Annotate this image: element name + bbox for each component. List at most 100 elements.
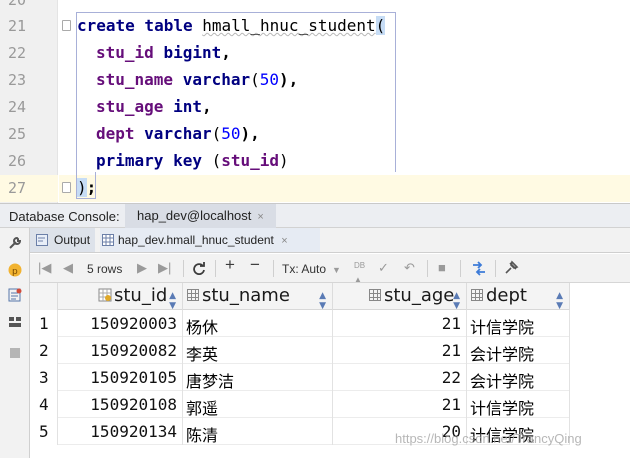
column-icon — [369, 289, 381, 301]
code-column-name: stu_name — [96, 70, 174, 89]
table-row[interactable]: 2 150920082 李英 21 会计学院 — [30, 337, 570, 364]
refresh-icon[interactable] — [192, 261, 206, 275]
code-punct: ), — [240, 124, 260, 143]
transaction-mode-select[interactable]: Tx: Auto — [282, 262, 326, 276]
sort-icon[interactable]: ▲ ▼ — [319, 291, 326, 311]
column-header-label: stu_name — [202, 285, 290, 306]
row-number: 2 — [30, 337, 58, 364]
watermark: https://blog.csdn.net/TrancyQing — [395, 431, 582, 446]
line-number: 27 — [7, 179, 26, 197]
code-punct: ( — [211, 124, 222, 143]
result-subtabs: Output hap_dev.hmall_hnuc_student × — [30, 228, 630, 253]
column-header-stu-id[interactable]: stu_id ▲ ▼ — [58, 283, 183, 311]
cell-stu-id[interactable]: 150920108 — [58, 391, 183, 418]
code-punct: ), — [279, 70, 299, 89]
settings-list-icon[interactable] — [8, 288, 22, 302]
first-page-icon[interactable]: |◀ — [38, 261, 51, 275]
revert-icon[interactable]: ↶ — [404, 261, 415, 275]
compare-icon[interactable] — [471, 261, 487, 276]
code-line-22[interactable]: stu_id bigint, — [96, 43, 231, 62]
toolbar-separator — [273, 260, 274, 277]
line-number: 24 — [7, 98, 26, 116]
last-page-icon[interactable]: ▶| — [158, 261, 171, 275]
fold-marker-icon[interactable] — [62, 182, 71, 193]
column-header-label: dept — [486, 285, 527, 306]
cell-dept[interactable]: 计信学院 — [467, 391, 570, 418]
code-line-26[interactable]: primary key (stu_id) — [96, 151, 289, 170]
code-punct: ( — [250, 70, 260, 89]
row-count-label[interactable]: 5 rows — [87, 262, 122, 276]
column-header-dept[interactable]: dept ▲ ▼ — [467, 283, 570, 311]
add-row-icon[interactable]: + — [225, 256, 235, 273]
table-icon — [102, 234, 114, 246]
prev-page-icon[interactable]: ◀ — [63, 261, 73, 275]
layout-icon[interactable] — [8, 315, 22, 329]
row-number-header — [30, 283, 58, 310]
column-header-stu-age[interactable]: stu_age ▲ ▼ — [333, 283, 467, 311]
tab-output-label: Output — [54, 233, 91, 247]
cell-stu-id[interactable]: 150920105 — [58, 364, 183, 391]
toolbar-separator — [460, 260, 461, 277]
code-type: int — [173, 97, 202, 116]
toolbar-separator — [183, 260, 184, 277]
next-page-icon[interactable]: ▶ — [137, 261, 147, 275]
delete-row-icon[interactable]: − — [250, 256, 260, 273]
commit-icon[interactable]: ✓ — [378, 261, 389, 275]
pin-icon[interactable] — [504, 260, 519, 275]
code-line-25[interactable]: dept varchar(50), — [96, 124, 260, 143]
cell-stu-name[interactable]: 杨休 — [183, 310, 333, 337]
tab-result-table[interactable]: hap_dev.hmall_hnuc_student × — [100, 228, 320, 252]
fold-marker-icon[interactable] — [62, 20, 71, 31]
sort-icon[interactable]: ▲ ▼ — [453, 291, 460, 311]
code-keyword: create table — [77, 16, 203, 35]
cell-dept[interactable]: 会计学院 — [467, 364, 570, 391]
table-row[interactable]: 3 150920105 唐梦洁 22 会计学院 — [30, 364, 570, 391]
chevron-down-icon[interactable]: ▼ — [332, 263, 341, 277]
cell-dept[interactable]: 会计学院 — [467, 337, 570, 364]
close-icon[interactable]: × — [257, 211, 263, 223]
table-row[interactable]: 1 150920003 杨休 21 计信学院 — [30, 310, 570, 337]
cell-stu-age[interactable]: 21 — [333, 391, 467, 418]
cell-stu-age[interactable]: 21 — [333, 310, 467, 337]
code-line-24[interactable]: stu_age int, — [96, 97, 212, 116]
cell-stu-id[interactable]: 150920082 — [58, 337, 183, 364]
stop-icon[interactable] — [8, 346, 22, 360]
column-header-stu-name[interactable]: stu_name ▲ ▼ — [183, 283, 333, 311]
cell-stu-age[interactable]: 22 — [333, 364, 467, 391]
code-type: varchar — [182, 70, 251, 89]
cell-stu-name[interactable]: 唐梦洁 — [183, 364, 333, 391]
parameters-icon[interactable]: p — [8, 263, 22, 277]
code-number: 50 — [221, 124, 241, 143]
sort-icon[interactable]: ▲ ▼ — [169, 291, 176, 311]
code-line-27[interactable]: ); — [77, 178, 96, 197]
console-tab[interactable]: hap_dev@localhost × — [125, 204, 276, 228]
line-number: 20 — [7, 0, 26, 9]
code-paren: ( — [375, 16, 386, 35]
cell-stu-age[interactable]: 21 — [333, 337, 467, 364]
code-line-21[interactable]: create table hmall_hnuc_student( — [77, 16, 386, 35]
current-line-highlight — [59, 175, 630, 202]
wrench-icon[interactable] — [8, 236, 22, 250]
tab-output[interactable]: Output — [30, 228, 95, 252]
primary-key-icon — [98, 288, 112, 302]
cell-dept[interactable]: 计信学院 — [467, 310, 570, 337]
cell-stu-name[interactable]: 郭遥 — [183, 391, 333, 418]
code-table-name: hmall_hnuc_student — [202, 16, 376, 35]
code-column-name: stu_id — [96, 43, 154, 62]
code-number: 50 — [259, 70, 280, 89]
cell-stu-id[interactable]: 150920134 — [58, 418, 183, 445]
statement-outline — [76, 12, 396, 172]
table-row[interactable]: 4 150920108 郭遥 21 计信学院 — [30, 391, 570, 418]
code-line-23[interactable]: stu_name varchar(50), — [96, 70, 298, 89]
cell-stu-id[interactable]: 150920003 — [58, 310, 183, 337]
svg-text:p: p — [12, 267, 18, 277]
close-icon[interactable]: × — [281, 235, 287, 247]
cell-stu-name[interactable]: 陈清 — [183, 418, 333, 445]
code-editor[interactable]: 20 21 22 23 24 25 26 27 create table hma… — [0, 0, 630, 203]
stop-icon[interactable]: ■ — [438, 261, 446, 275]
left-tool-strip: p — [0, 228, 30, 458]
column-icon — [471, 289, 483, 301]
row-number: 3 — [30, 364, 58, 391]
cell-stu-name[interactable]: 李英 — [183, 337, 333, 364]
sort-icon[interactable]: ▲ ▼ — [556, 291, 563, 311]
